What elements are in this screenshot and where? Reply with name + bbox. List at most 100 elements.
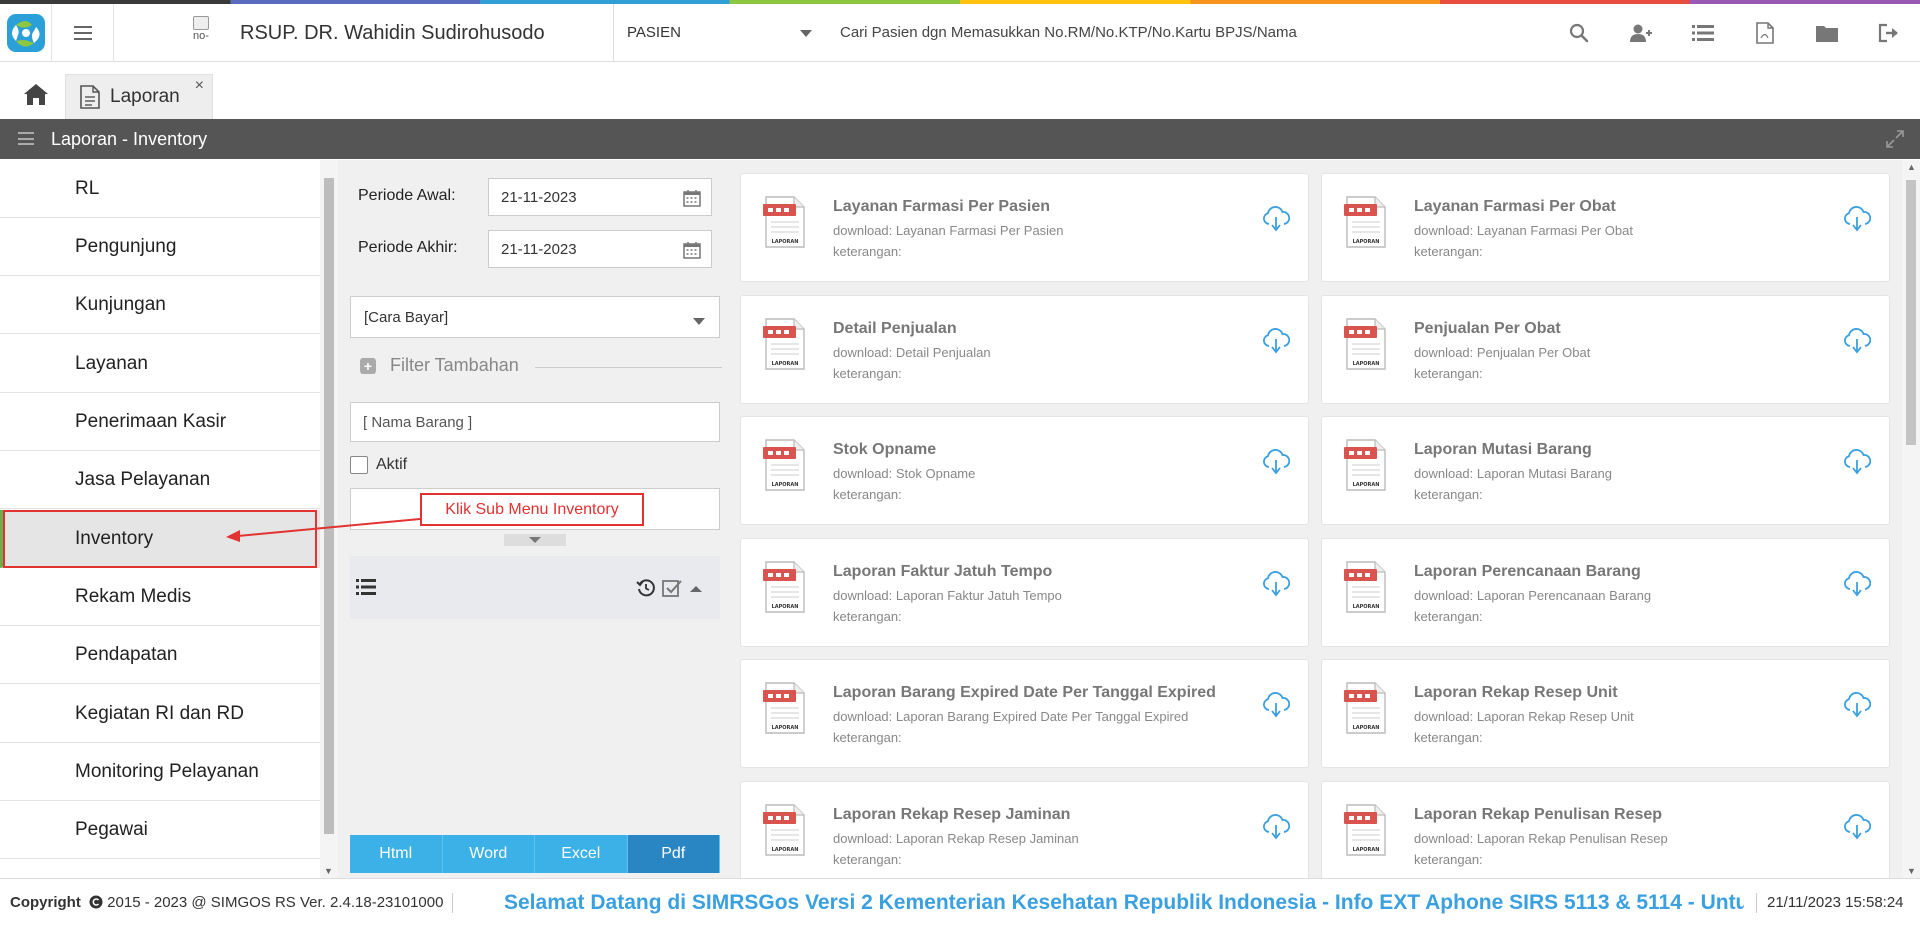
sidebar-item-kegiatan-ri-rd[interactable]: Kegiatan RI dan RD bbox=[0, 685, 320, 743]
filter-tambahan-toggle[interactable]: + Filter Tambahan bbox=[360, 355, 725, 379]
report-card[interactable]: LAPORAN Detail Penjualan download: Detail … bbox=[740, 294, 1309, 404]
cloud-download-icon[interactable] bbox=[1843, 570, 1871, 597]
report-card[interactable]: LAPORAN Laporan Rekap Resep Jaminan downlo… bbox=[740, 780, 1309, 878]
check-square-icon[interactable] bbox=[662, 578, 682, 598]
collapse-filter-button[interactable] bbox=[504, 534, 566, 546]
tab-close-icon[interactable]: × bbox=[195, 77, 204, 95]
report-card[interactable]: LAPORAN Penjualan Per Obat download: Penju… bbox=[1321, 294, 1890, 404]
report-card[interactable]: LAPORAN Laporan Mutasi Barang download: La… bbox=[1321, 416, 1890, 525]
scrollbar-thumb[interactable] bbox=[324, 178, 334, 834]
report-card[interactable]: LAPORAN Layanan Farmasi Per Pasien downloa… bbox=[740, 173, 1309, 282]
sidebar-item-rl[interactable]: RL bbox=[0, 160, 320, 218]
search-type-select[interactable]: PASIEN bbox=[627, 4, 812, 62]
periode-awal-input[interactable]: 21-11-2023 bbox=[488, 178, 712, 216]
sidebar-item-rekam-medis[interactable]: Rekam Medis bbox=[0, 568, 320, 626]
sidebar-item-monitoring-pelayanan[interactable]: Monitoring Pelayanan bbox=[0, 743, 320, 801]
search-button[interactable] bbox=[1548, 4, 1610, 62]
report-download-text: download: Penjualan Per Obat bbox=[1414, 344, 1591, 360]
cloud-download-icon[interactable] bbox=[1262, 327, 1290, 354]
report-download-text: download: Laporan Faktur Jatuh Tempo bbox=[833, 587, 1062, 603]
add-patient-button[interactable] bbox=[1610, 4, 1672, 62]
chevron-up-icon[interactable] bbox=[688, 582, 704, 594]
logout-icon bbox=[1878, 23, 1898, 43]
home-tab[interactable] bbox=[14, 76, 58, 112]
export-pdf-button[interactable]: Pdf bbox=[627, 835, 720, 873]
nama-barang-input[interactable]: [ Nama Barang ] bbox=[350, 402, 720, 442]
calendar-icon[interactable] bbox=[683, 241, 701, 259]
report-keterangan: keterangan: bbox=[833, 851, 902, 867]
list-icon[interactable] bbox=[356, 578, 376, 596]
pdf-report-icon: LAPORAN bbox=[1344, 560, 1386, 613]
app-logo[interactable] bbox=[0, 4, 52, 62]
navbar-actions bbox=[1548, 4, 1920, 62]
scroll-down-icon[interactable]: ▼ bbox=[324, 866, 333, 876]
filter-tambahan-label: Filter Tambahan bbox=[390, 355, 519, 375]
export-word-button[interactable]: Word bbox=[442, 835, 535, 873]
report-download-text: download: Laporan Rekap Resep Jaminan bbox=[833, 830, 1079, 846]
periode-akhir-label: Periode Akhir: bbox=[358, 239, 458, 256]
report-card[interactable]: LAPORAN Laporan Rekap Penulisan Resep down… bbox=[1321, 780, 1890, 878]
pdf-button[interactable] bbox=[1734, 4, 1796, 62]
plus-square-icon: + bbox=[360, 358, 376, 374]
copyright-label: Copyright bbox=[10, 894, 81, 911]
periode-akhir-input[interactable]: 21-11-2023 bbox=[488, 230, 712, 268]
calendar-icon[interactable] bbox=[683, 189, 701, 207]
sidebar-item-label: Jasa Pelayanan bbox=[75, 469, 211, 490]
sidebar-item-layanan[interactable]: Layanan bbox=[0, 335, 320, 393]
aktif-checkbox[interactable] bbox=[350, 456, 368, 474]
report-download-text: download: Laporan Mutasi Barang bbox=[1414, 466, 1613, 481]
divider-line bbox=[535, 367, 725, 368]
cara-bayar-value: [Cara Bayar] bbox=[364, 308, 449, 326]
patient-search-input[interactable]: Cari Pasien dgn Memasukkan No.RM/No.KTP/… bbox=[840, 4, 1540, 62]
menu-scrollbar[interactable]: ▼ bbox=[320, 160, 338, 878]
sidebar-item-pegawai[interactable]: Pegawai bbox=[0, 801, 320, 859]
sidebar-item-pengunjung[interactable]: Pengunjung bbox=[0, 218, 320, 276]
expand-icon[interactable] bbox=[1886, 130, 1904, 148]
cloud-download-icon[interactable] bbox=[1843, 449, 1871, 475]
cloud-download-icon[interactable] bbox=[1262, 206, 1290, 232]
cloud-download-icon[interactable] bbox=[1843, 327, 1871, 354]
cloud-download-icon[interactable] bbox=[1843, 206, 1871, 232]
report-card[interactable]: LAPORAN Laporan Faktur Jatuh Tempo downloa… bbox=[740, 537, 1309, 647]
report-scrollbar[interactable]: ▲ ▼ bbox=[1902, 160, 1920, 878]
export-excel-button[interactable]: Excel bbox=[535, 835, 628, 873]
cloud-download-icon[interactable] bbox=[1262, 692, 1290, 718]
sidebar-item-label: Rekam Medis bbox=[75, 586, 192, 607]
cloud-download-icon[interactable] bbox=[1262, 813, 1290, 840]
menu-toggle-button[interactable] bbox=[52, 4, 114, 62]
folder-button[interactable] bbox=[1796, 4, 1858, 62]
sidebar-item-jasa-pelayanan[interactable]: Jasa Pelayanan bbox=[0, 451, 320, 509]
tab-laporan[interactable]: Laporan × bbox=[65, 74, 213, 119]
list-button[interactable] bbox=[1672, 4, 1734, 62]
annotation-highlight bbox=[3, 510, 317, 568]
sidebar-item-label: Kunjungan bbox=[75, 294, 166, 315]
report-card[interactable]: LAPORAN Layanan Farmasi Per Obat download:… bbox=[1321, 173, 1890, 282]
report-keterangan: keterangan: bbox=[1414, 851, 1483, 867]
scroll-down-icon[interactable]: ▼ bbox=[1907, 866, 1916, 876]
sidebar-item-kunjungan[interactable]: Kunjungan bbox=[0, 276, 320, 334]
history-icon[interactable] bbox=[636, 578, 656, 598]
sidebar-item-pendapatan[interactable]: Pendapatan bbox=[0, 626, 320, 684]
list-toolbar-actions bbox=[636, 578, 704, 598]
report-card[interactable]: LAPORAN Laporan Rekap Resep Unit download:… bbox=[1321, 659, 1890, 768]
report-card[interactable]: LAPORAN Laporan Perencanaan Barang downloa… bbox=[1321, 537, 1890, 647]
scrollbar-thumb[interactable] bbox=[1906, 180, 1916, 445]
export-html-button[interactable]: Html bbox=[350, 835, 443, 873]
pdf-report-icon: LAPORAN bbox=[763, 196, 805, 248]
pdf-file-icon bbox=[1756, 22, 1774, 44]
report-card[interactable]: LAPORAN Stok Opname download: Stok Opname k… bbox=[740, 416, 1309, 525]
pdf-icon-label: LAPORAN bbox=[772, 482, 799, 488]
panel-menu-icon[interactable] bbox=[18, 132, 34, 145]
scroll-up-icon[interactable]: ▲ bbox=[1907, 162, 1916, 172]
report-card[interactable]: LAPORAN Laporan Barang Expired Date Per T… bbox=[740, 659, 1309, 768]
cloud-download-icon[interactable] bbox=[1262, 570, 1290, 597]
report-title: Laporan Rekap Penulisan Resep bbox=[1414, 805, 1663, 823]
cloud-download-icon[interactable] bbox=[1843, 813, 1871, 840]
sidebar-item-penerimaan-kasir[interactable]: Penerimaan Kasir bbox=[0, 393, 320, 451]
cara-bayar-select[interactable]: [Cara Bayar] bbox=[350, 296, 720, 338]
pdf-icon-label: LAPORAN bbox=[772, 604, 799, 610]
cloud-download-icon[interactable] bbox=[1262, 449, 1290, 475]
report-title: Laporan Rekap Resep Unit bbox=[1414, 684, 1618, 701]
cloud-download-icon[interactable] bbox=[1843, 692, 1871, 718]
logout-button[interactable] bbox=[1858, 4, 1920, 62]
